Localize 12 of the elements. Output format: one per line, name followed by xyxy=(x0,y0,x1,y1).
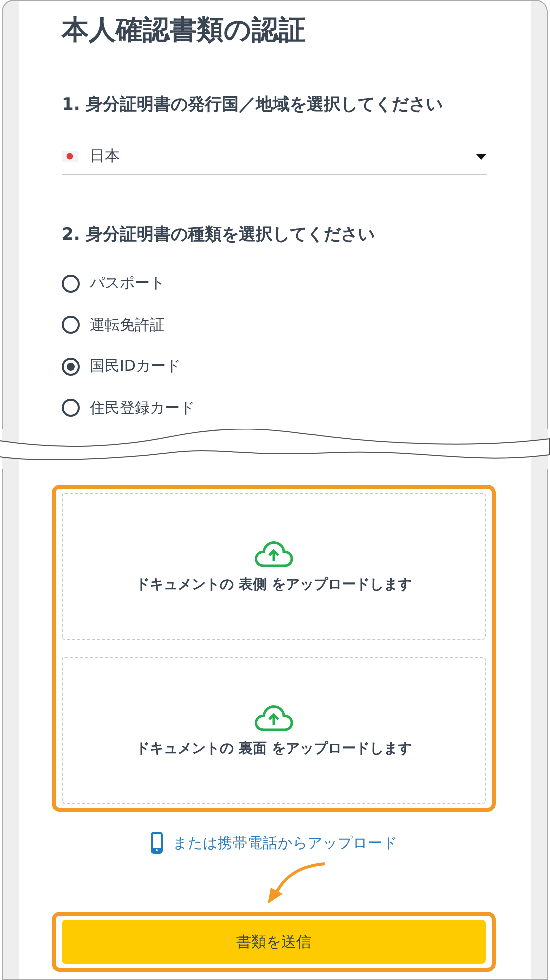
upload-area[interactable]: ドキュメントの 表側 をアップロードします xyxy=(62,493,486,640)
submit-button[interactable]: 書類を送信 xyxy=(62,920,486,964)
section-heading: 1. 身分証明書の発行国／地域を選択してください xyxy=(62,94,444,118)
page-title: 本人確認書類の認証 xyxy=(62,14,307,48)
section-heading: 2. 身分証明書の種類を選択してください xyxy=(62,224,376,248)
country-select[interactable]: 日本 xyxy=(62,139,487,176)
mobile-upload-link[interactable]: または携帯電話からアップロード xyxy=(151,832,398,854)
radio-option[interactable]: 国民IDカード xyxy=(62,346,487,388)
radio-option[interactable]: 運転免許証 xyxy=(62,304,487,346)
upload-area[interactable]: ドキュメントの 裏面 をアップロードします xyxy=(62,657,486,804)
radio-option[interactable]: 住民登録カード xyxy=(62,387,487,429)
radio-option[interactable]: パスポート xyxy=(62,262,487,304)
